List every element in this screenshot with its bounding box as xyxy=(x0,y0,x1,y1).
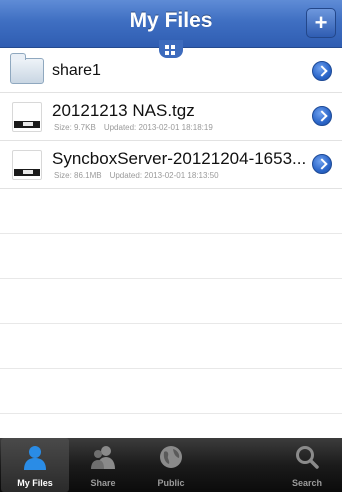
item-meta: Size: 86.1MB Updated: 2013-02-01 18:13:50 xyxy=(54,171,219,180)
globe-icon xyxy=(160,446,182,468)
item-meta: Size: 9.7KB Updated: 2013-02-01 18:18:19 xyxy=(54,123,213,132)
tab-label: My Files xyxy=(17,478,53,488)
empty-row xyxy=(0,324,342,369)
tab-my-files[interactable]: My Files xyxy=(1,438,69,492)
file-list: share1 20121213 NAS.tgz Size: 9.7KB Updat… xyxy=(0,48,342,189)
empty-list-area xyxy=(0,189,342,438)
file-size: Size: 9.7KB xyxy=(54,123,96,132)
empty-row xyxy=(0,369,342,414)
chevron-right-icon[interactable] xyxy=(312,61,332,81)
tab-search[interactable]: Search xyxy=(273,438,341,492)
tab-bar: My Files Share Public Search xyxy=(0,438,342,492)
empty-row xyxy=(0,234,342,279)
add-button[interactable]: + xyxy=(306,8,336,38)
tab-label: Search xyxy=(291,478,323,488)
item-name: SyncboxServer-20121204-1653... xyxy=(52,149,307,168)
file-icon xyxy=(12,102,42,132)
item-name: share1 xyxy=(52,62,101,79)
file-icon-label xyxy=(23,170,33,174)
file-size: Size: 86.1MB xyxy=(54,171,102,180)
item-name: 20121213 NAS.tgz xyxy=(52,101,195,120)
list-item-file[interactable]: SyncboxServer-20121204-1653... Size: 86.… xyxy=(0,141,342,189)
tab-public[interactable]: Public xyxy=(137,438,205,492)
file-updated: Updated: 2013-02-01 18:18:19 xyxy=(103,123,213,132)
list-item-share1[interactable]: share1 xyxy=(0,48,342,93)
search-icon xyxy=(296,446,319,469)
chevron-right-icon[interactable] xyxy=(312,106,332,126)
chevron-right-icon[interactable] xyxy=(312,154,332,174)
people-icon xyxy=(91,446,115,469)
list-item-file[interactable]: 20121213 NAS.tgz Size: 9.7KB Updated: 201… xyxy=(0,93,342,141)
file-icon-label xyxy=(23,122,33,126)
file-updated: Updated: 2013-02-01 18:13:50 xyxy=(109,171,219,180)
empty-row xyxy=(0,189,342,234)
tab-share[interactable]: Share xyxy=(69,438,137,492)
page-title: My Files xyxy=(129,9,213,32)
empty-row xyxy=(0,279,342,324)
tab-label: Share xyxy=(90,478,116,488)
file-icon xyxy=(12,150,42,180)
folder-icon xyxy=(10,53,44,84)
tab-label: Public xyxy=(157,478,185,488)
person-icon xyxy=(24,446,46,470)
